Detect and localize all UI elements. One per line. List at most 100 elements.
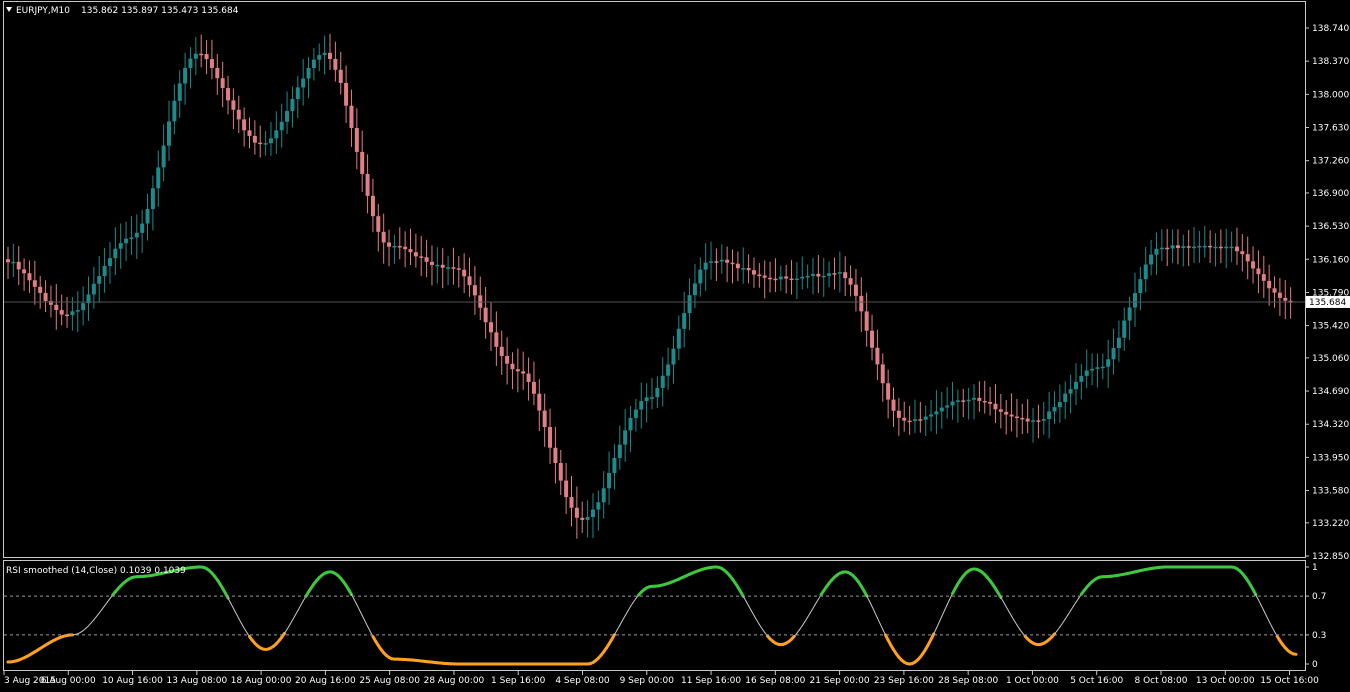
- price-tick-label: 133.950: [1312, 453, 1349, 463]
- candle-body: [655, 388, 659, 397]
- price-tick-label: 138.740: [1312, 24, 1349, 34]
- candle-body: [226, 88, 230, 100]
- chart-canvas[interactable]: 10.70.30 138.740138.370138.000137.630137…: [0, 0, 1350, 688]
- rsi-segment: [998, 593, 1001, 598]
- rsi-segment: [239, 618, 242, 623]
- rsi-segment: [97, 613, 100, 616]
- candle-body: [1197, 246, 1201, 248]
- candle-body: [908, 421, 912, 423]
- rsi-segment: [91, 620, 94, 623]
- candle-body: [693, 283, 697, 295]
- time-tick-label: 9 Sep 00:00: [620, 676, 675, 686]
- candle-body: [1187, 246, 1191, 248]
- rsi-segment: [746, 601, 749, 606]
- candle-body: [215, 68, 219, 78]
- candle-body: [1026, 419, 1030, 422]
- candle-body: [623, 430, 627, 444]
- candle-body: [360, 152, 364, 174]
- candle-body: [253, 136, 257, 143]
- candle-body: [720, 260, 724, 262]
- price-tick-label: 136.900: [1312, 189, 1349, 199]
- candle-body: [435, 265, 439, 267]
- time-tick-label: 28 Aug 00:00: [424, 676, 485, 686]
- rsi-tick-label: 0.7: [1312, 592, 1326, 602]
- candle-body: [264, 143, 268, 145]
- price-tick-label: 134.320: [1312, 420, 1349, 430]
- rsi-segment: [1063, 619, 1066, 623]
- candle-body: [221, 78, 225, 88]
- candle-body: [784, 277, 788, 279]
- candle-body: [612, 458, 616, 473]
- rsi-segment: [864, 591, 867, 596]
- candle-body: [816, 274, 820, 277]
- candle-body: [172, 101, 176, 122]
- candle-body: [451, 267, 455, 269]
- candle-body: [591, 510, 595, 517]
- rsi-segment: [880, 624, 883, 630]
- dropdown-arrow-icon[interactable]: [6, 7, 12, 12]
- candle-body: [1203, 246, 1207, 248]
- price-tick-label: 132.850: [1312, 552, 1349, 562]
- candle-body: [570, 497, 574, 508]
- indicator-label: RSI smoothed (14,Close) 0.1039 0.1039: [6, 566, 186, 576]
- candle-body: [162, 146, 166, 168]
- candle-body: [60, 310, 64, 315]
- candle-body: [790, 279, 794, 281]
- candle-body: [1149, 255, 1153, 265]
- candle-body: [280, 122, 284, 131]
- rsi-tick-label: 0.3: [1312, 631, 1326, 641]
- candle-body: [307, 68, 311, 79]
- candle-body: [1138, 279, 1142, 293]
- rsi-segment: [797, 630, 800, 634]
- chart-window[interactable]: 10.70.30 138.740138.370138.000137.630137…: [0, 0, 1350, 688]
- candle-body: [1273, 288, 1277, 292]
- rsi-segment: [877, 618, 880, 624]
- rsi-segment: [1073, 602, 1076, 606]
- time-tick-label: 18 Aug 00:00: [231, 676, 292, 686]
- candle-body: [859, 296, 863, 312]
- candle-body: [993, 404, 997, 410]
- rsi-segment: [292, 615, 295, 620]
- candle-body: [1063, 394, 1067, 402]
- rsi-segment: [1261, 605, 1264, 610]
- time-tick-label: 21 Sep 00:00: [810, 676, 870, 686]
- rsi-segment: [1001, 597, 1004, 602]
- candle-body: [924, 417, 928, 420]
- candle-body: [629, 418, 633, 430]
- candle-body: [543, 411, 547, 427]
- rsi-segment: [620, 620, 623, 625]
- candle-body: [972, 398, 976, 400]
- rsi-segment: [1020, 629, 1023, 633]
- candle-body: [457, 268, 461, 270]
- candle-body: [135, 233, 139, 238]
- candle-body: [806, 276, 810, 278]
- candle-body: [1058, 402, 1062, 407]
- candle-body: [843, 272, 847, 278]
- price-tick-label: 137.630: [1312, 124, 1349, 134]
- candle-body: [70, 311, 74, 315]
- price-tick-label: 134.690: [1312, 387, 1349, 397]
- price-tick-label: 136.160: [1312, 255, 1349, 265]
- candle-body: [17, 262, 21, 270]
- candle-body: [1171, 245, 1175, 248]
- rsi-tick-label: 1: [1312, 563, 1318, 573]
- candle-body: [1085, 371, 1089, 376]
- rsi-segment: [105, 602, 108, 606]
- time-tick-label: 15 Oct 16:00: [1260, 676, 1319, 686]
- candle-body: [317, 55, 321, 60]
- candle-body: [242, 119, 246, 130]
- rsi-segment: [757, 620, 760, 624]
- candle-body: [376, 216, 380, 232]
- candle-body: [27, 273, 31, 280]
- candle-body: [140, 224, 144, 233]
- candle-body: [677, 329, 681, 349]
- rsi-segment: [625, 611, 628, 616]
- candle-body: [1144, 265, 1148, 280]
- candle-body: [731, 263, 735, 265]
- candle-body: [1208, 246, 1212, 248]
- candle-body: [339, 70, 343, 83]
- candle-body: [832, 273, 836, 275]
- candle-body: [156, 167, 160, 188]
- candle-body: [103, 266, 107, 276]
- candle-body: [1267, 281, 1271, 288]
